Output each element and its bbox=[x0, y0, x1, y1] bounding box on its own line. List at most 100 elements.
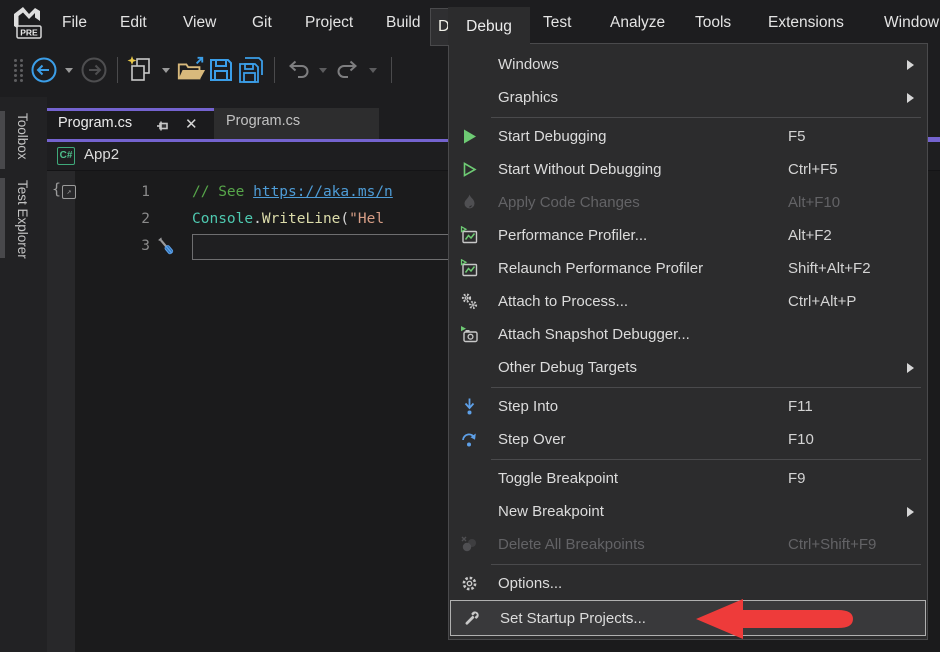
breakpoints-delete-icon bbox=[460, 535, 479, 554]
menubar-item-analyze[interactable]: Analyze bbox=[610, 0, 665, 43]
dropdown-caret-icon[interactable] bbox=[369, 68, 377, 73]
code-text bbox=[192, 233, 456, 260]
menu-item-shortcut: Ctrl+Alt+P bbox=[788, 285, 856, 318]
step-over-icon bbox=[460, 430, 479, 449]
menu-item-label: Start Debugging bbox=[498, 120, 606, 153]
step-into-icon bbox=[460, 397, 479, 416]
close-icon[interactable]: ✕ bbox=[185, 115, 198, 133]
save-icon[interactable] bbox=[206, 55, 236, 85]
wrench-icon bbox=[462, 609, 481, 628]
menubar-item-build[interactable]: Build bbox=[386, 0, 420, 43]
menu-item-performance-profiler[interactable]: Performance Profiler...Alt+F2 bbox=[449, 219, 927, 252]
menubar-item-edit[interactable]: Edit bbox=[120, 0, 147, 43]
menu-item-label: New Breakpoint bbox=[498, 495, 604, 528]
profiler-icon bbox=[460, 226, 479, 245]
new-item-icon[interactable] bbox=[126, 55, 156, 85]
menubar-item-project[interactable]: Project bbox=[305, 0, 353, 43]
menu-item-label: Relaunch Performance Profiler bbox=[498, 252, 703, 285]
flame-icon bbox=[460, 193, 479, 212]
menu-item-attach-snapshot-debugger[interactable]: Attach Snapshot Debugger... bbox=[449, 318, 927, 351]
menu-item-start-without-debugging[interactable]: Start Without Debugging Ctrl+F5 bbox=[449, 153, 927, 186]
tab-label: Program.cs bbox=[58, 115, 132, 131]
menu-item-label: Performance Profiler... bbox=[498, 219, 647, 252]
debug-menu-dropdown: WindowsGraphicsStart DebuggingF5Start Wi… bbox=[448, 43, 928, 640]
menubar-item-test[interactable]: Test bbox=[543, 0, 571, 43]
menu-item-label: Start Without Debugging bbox=[498, 153, 661, 186]
menu-item-other-debug-targets[interactable]: Other Debug Targets bbox=[449, 351, 927, 384]
menu-item-shortcut: F10 bbox=[788, 423, 814, 456]
inline-suggestion-box bbox=[192, 234, 456, 260]
open-folder-icon[interactable] bbox=[176, 55, 206, 85]
menu-item-label: Delete All Breakpoints bbox=[498, 528, 645, 561]
dock-tab-indicator bbox=[0, 111, 5, 169]
play-outline-icon bbox=[460, 160, 479, 179]
menu-item-shortcut: Shift+Alt+F2 bbox=[788, 252, 871, 285]
dropdown-caret-icon[interactable] bbox=[65, 68, 73, 73]
menubar-item-git[interactable]: Git bbox=[252, 0, 272, 43]
toolbar-grip-handle[interactable] bbox=[14, 59, 23, 82]
undo-icon[interactable] bbox=[283, 55, 313, 85]
menu-item-label: Options... bbox=[498, 567, 562, 600]
menu-item-windows[interactable]: Windows bbox=[449, 48, 927, 81]
accent-line-edge bbox=[928, 137, 940, 140]
line-number: 2 bbox=[75, 206, 150, 233]
camera-attach-icon bbox=[460, 325, 479, 344]
menubar-item-file[interactable]: File bbox=[62, 0, 87, 43]
submenu-arrow-icon bbox=[907, 93, 914, 103]
menubar-item-debug[interactable]: Debug bbox=[448, 7, 530, 45]
pin-icon[interactable] bbox=[155, 118, 171, 134]
menu-item-label: Other Debug Targets bbox=[498, 351, 637, 384]
back-arrow-icon[interactable] bbox=[29, 55, 59, 85]
gears-icon bbox=[460, 292, 479, 311]
toolbar-separator bbox=[391, 57, 392, 83]
dropdown-caret-icon[interactable] bbox=[319, 68, 327, 73]
gear-icon bbox=[460, 574, 479, 593]
project-dropdown[interactable]: App2 bbox=[84, 146, 119, 163]
svg-text:PRE: PRE bbox=[20, 28, 38, 38]
menu-item-label: Toggle Breakpoint bbox=[498, 462, 618, 495]
line-number: 1 bbox=[75, 179, 150, 206]
menu-item-new-breakpoint[interactable]: New Breakpoint bbox=[449, 495, 927, 528]
menubar-item-window[interactable]: Window bbox=[884, 0, 939, 43]
menu-item-shortcut: Ctrl+Shift+F9 bbox=[788, 528, 876, 561]
menubar-item-extensions[interactable]: Extensions bbox=[768, 0, 844, 43]
red-arrow-annotation bbox=[688, 596, 860, 642]
menu-item-step-over[interactable]: Step Over F10 bbox=[449, 423, 927, 456]
outline-icon[interactable]: { ↗ bbox=[52, 180, 76, 199]
dock-tab-toolbox[interactable]: Toolbox bbox=[0, 111, 47, 169]
menu-item-apply-code-changes: Apply Code Changes Alt+F10 bbox=[449, 186, 927, 219]
menu-item-shortcut: F11 bbox=[788, 390, 813, 423]
forward-arrow-icon[interactable] bbox=[79, 55, 109, 85]
tab-program-cs-active[interactable]: Program.cs ✕ bbox=[47, 108, 214, 139]
csharp-project-icon: C# bbox=[57, 147, 75, 165]
redo-icon[interactable] bbox=[333, 55, 363, 85]
menu-bar: PRE Debug File Edit View Git Project Build Tes… bbox=[0, 0, 940, 43]
editor-gutter bbox=[47, 171, 75, 652]
dropdown-caret-icon[interactable] bbox=[162, 68, 170, 73]
menu-item-delete-all-breakpoints: Delete All Breakpoints Ctrl+Shift+F9 bbox=[449, 528, 927, 561]
menu-item-start-debugging[interactable]: Start Debugging F5 bbox=[449, 120, 927, 153]
menu-item-label: Windows bbox=[498, 48, 559, 81]
dock-tab-test-explorer[interactable]: Test Explorer bbox=[0, 178, 47, 258]
menu-item-step-into[interactable]: Step Into F11 bbox=[449, 390, 927, 423]
menu-item-label: Step Into bbox=[498, 390, 558, 423]
menubar-item-view[interactable]: View bbox=[183, 0, 216, 43]
menu-item-shortcut: F5 bbox=[788, 120, 806, 153]
menu-item-attach-to-process[interactable]: Attach to Process...Ctrl+Alt+P bbox=[449, 285, 927, 318]
menubar-item-tools[interactable]: Tools bbox=[695, 0, 731, 43]
menu-item-label: Step Over bbox=[498, 423, 566, 456]
menu-item-shortcut: Alt+F10 bbox=[788, 186, 840, 219]
menu-item-label: Apply Code Changes bbox=[498, 186, 640, 219]
dock-tab-indicator bbox=[0, 178, 5, 258]
menu-item-relaunch-performance-profiler[interactable]: Relaunch Performance Profiler Shift+Alt+F… bbox=[449, 252, 927, 285]
submenu-arrow-icon bbox=[907, 363, 914, 373]
line-number: 3 bbox=[75, 233, 150, 260]
visual-studio-logo: PRE bbox=[10, 4, 48, 40]
menu-item-label: Attach Snapshot Debugger... bbox=[498, 318, 690, 351]
menu-item-toggle-breakpoint[interactable]: Toggle BreakpointF9 bbox=[449, 462, 927, 495]
save-all-icon[interactable] bbox=[236, 55, 266, 85]
menu-item-shortcut: Ctrl+F5 bbox=[788, 153, 838, 186]
code-text: // See https://aka.ms/n bbox=[192, 179, 393, 206]
tab-program-cs-inactive[interactable]: Program.cs bbox=[214, 108, 379, 139]
menu-item-graphics[interactable]: Graphics bbox=[449, 81, 927, 114]
